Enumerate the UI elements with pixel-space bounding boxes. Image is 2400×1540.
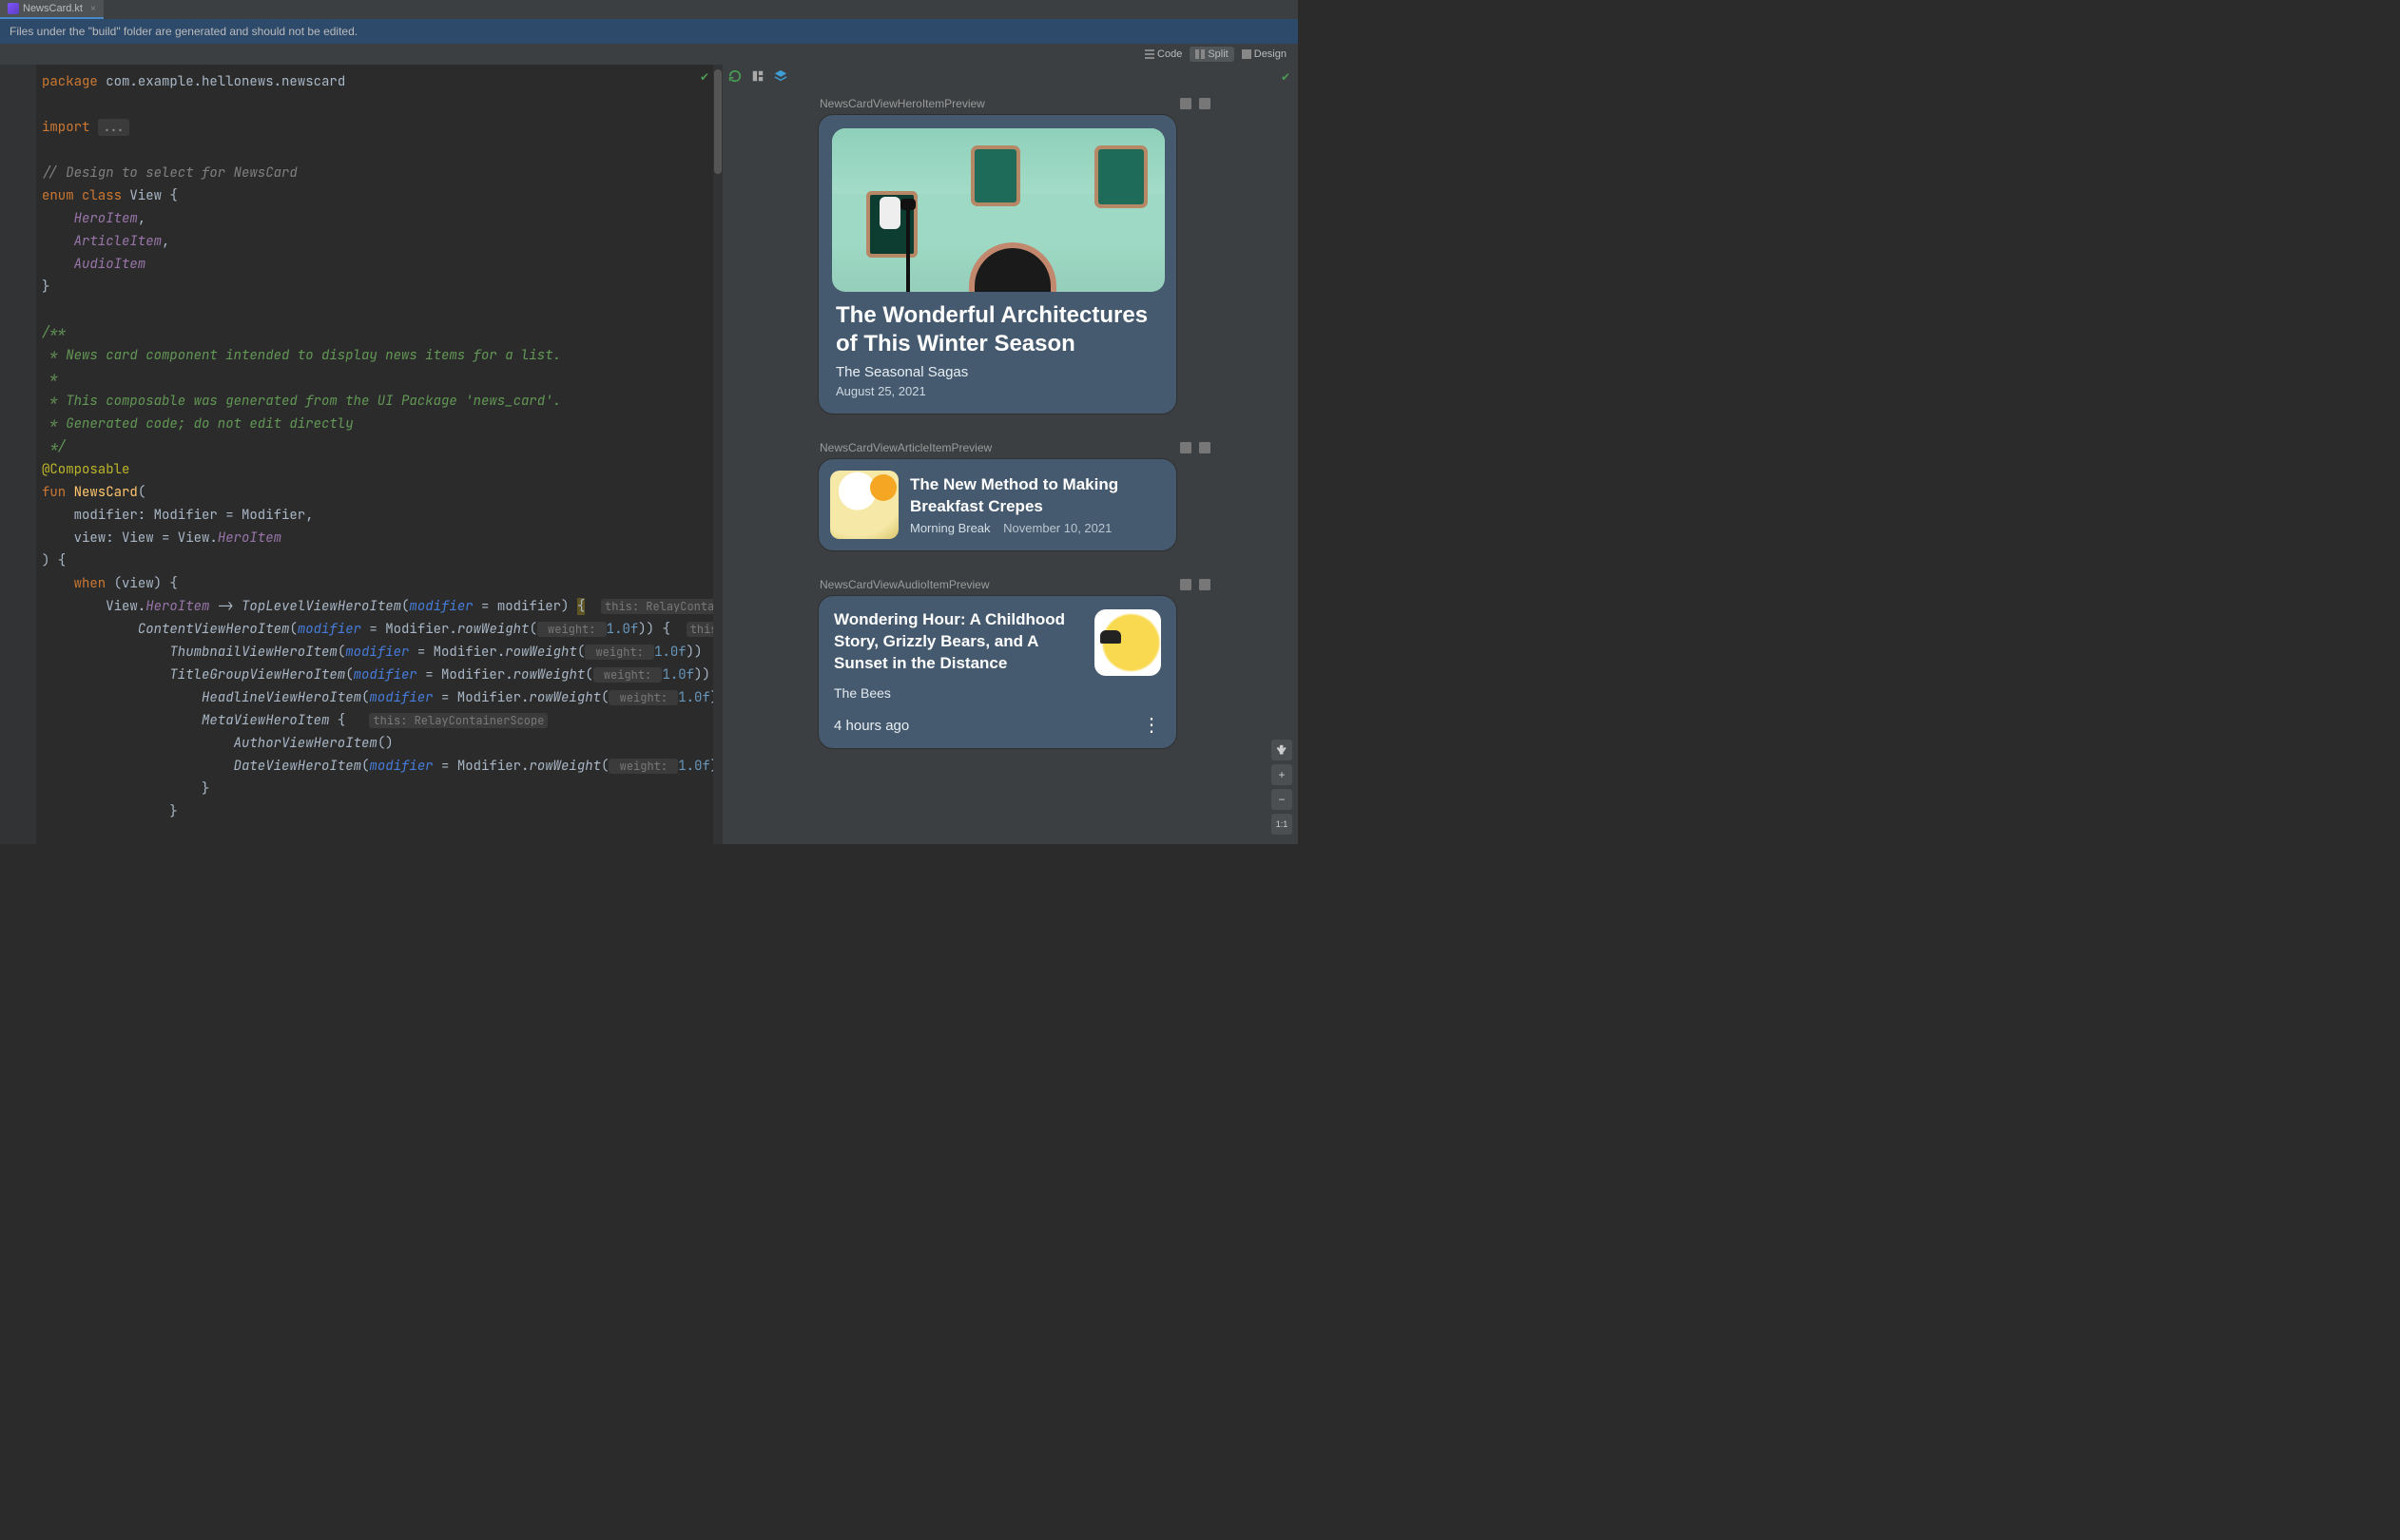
generated-file-notice: Files under the "build" folder are gener… bbox=[0, 19, 1298, 44]
kotlin-file-icon bbox=[8, 3, 19, 14]
article-thumbnail bbox=[830, 471, 899, 539]
preview-scroll-area[interactable]: NewsCardViewHeroItemPreview bbox=[723, 87, 1298, 795]
preview-hero-label: NewsCardViewHeroItemPreview bbox=[820, 97, 985, 110]
preview-audio-block: NewsCardViewAudioItemPreview Wondering H… bbox=[818, 578, 1212, 749]
editor-scrollbar[interactable] bbox=[713, 65, 723, 844]
code-editor-pane[interactable]: package com.example.hellonews.newscard i… bbox=[0, 65, 723, 844]
audio-card[interactable]: Wondering Hour: A Childhood Story, Grizz… bbox=[818, 595, 1177, 749]
view-mode-split[interactable]: Split bbox=[1190, 47, 1233, 62]
article-headline: The New Method to Making Breakfast Crepe… bbox=[910, 474, 1165, 516]
preview-hero-header: NewsCardViewHeroItemPreview bbox=[818, 97, 1212, 114]
view-mode-toolbar: Code Split Design bbox=[0, 44, 1298, 65]
zoom-out-button[interactable]: − bbox=[1271, 789, 1292, 810]
view-mode-design-label: Design bbox=[1254, 48, 1287, 60]
preview-article-header: NewsCardViewArticleItemPreview bbox=[818, 441, 1212, 458]
preview-settings-icon[interactable] bbox=[1180, 579, 1191, 590]
hero-thumbnail bbox=[832, 128, 1165, 292]
preview-device-icon[interactable] bbox=[1199, 442, 1210, 453]
split-icon bbox=[1195, 49, 1205, 59]
main-split: package com.example.hellonews.newscard i… bbox=[0, 65, 1298, 844]
zoom-in-button[interactable]: + bbox=[1271, 764, 1292, 785]
zoom-reset-button[interactable]: 1:1 bbox=[1271, 814, 1292, 835]
view-mode-code-label: Code bbox=[1157, 48, 1182, 60]
article-date: November 10, 2021 bbox=[1003, 521, 1112, 535]
preview-device-icon[interactable] bbox=[1199, 579, 1210, 590]
more-icon[interactable]: ⋮ bbox=[1142, 716, 1161, 735]
hero-card[interactable]: The Wonderful Architectures of This Wint… bbox=[818, 114, 1177, 414]
audio-author: The Bees bbox=[834, 685, 1161, 701]
article-card[interactable]: The New Method to Making Breakfast Crepe… bbox=[818, 458, 1177, 551]
audio-headline: Wondering Hour: A Childhood Story, Grizz… bbox=[834, 609, 1081, 676]
preview-hero-block: NewsCardViewHeroItemPreview bbox=[818, 97, 1212, 414]
view-mode-design[interactable]: Design bbox=[1236, 47, 1292, 62]
hero-author: The Seasonal Sagas bbox=[836, 364, 1159, 380]
preview-device-icon[interactable] bbox=[1199, 98, 1210, 109]
editor-tab-bar: NewsCard.kt × bbox=[0, 0, 1298, 19]
scrollbar-thumb[interactable] bbox=[714, 69, 722, 174]
close-tab-icon[interactable]: × bbox=[90, 4, 96, 14]
hero-headline: The Wonderful Architectures of This Wint… bbox=[836, 301, 1159, 358]
tab-filename: NewsCard.kt bbox=[23, 3, 83, 14]
editor-gutter[interactable] bbox=[0, 65, 36, 844]
analysis-ok-icon[interactable]: ✔ bbox=[700, 70, 709, 84]
audio-thumbnail bbox=[1094, 609, 1161, 676]
preview-article-label: NewsCardViewArticleItemPreview bbox=[820, 441, 992, 454]
preview-ok-icon: ✔ bbox=[1281, 70, 1290, 84]
audio-time: 4 hours ago bbox=[834, 718, 909, 734]
preview-zoom-controls: + − 1:1 bbox=[1271, 740, 1292, 835]
layers-icon[interactable] bbox=[774, 69, 787, 83]
preview-audio-label: NewsCardViewAudioItemPreview bbox=[820, 578, 990, 591]
preview-toolbar: ✔ bbox=[723, 65, 1298, 87]
code-area[interactable]: package com.example.hellonews.newscard i… bbox=[36, 65, 723, 844]
view-mode-split-label: Split bbox=[1208, 48, 1228, 60]
compose-preview-pane: ✔ NewsCardViewHeroItemPreview bbox=[723, 65, 1298, 844]
preview-audio-header: NewsCardViewAudioItemPreview bbox=[818, 578, 1212, 595]
preview-settings-icon[interactable] bbox=[1180, 98, 1191, 109]
preview-article-block: NewsCardViewArticleItemPreview The New M… bbox=[818, 441, 1212, 551]
hero-date: August 25, 2021 bbox=[836, 384, 1159, 398]
lines-icon bbox=[1145, 49, 1154, 59]
file-tab-newscard[interactable]: NewsCard.kt × bbox=[0, 0, 104, 19]
design-icon bbox=[1242, 49, 1251, 59]
refresh-icon[interactable] bbox=[728, 69, 742, 83]
preview-settings-icon[interactable] bbox=[1180, 442, 1191, 453]
view-mode-code[interactable]: Code bbox=[1139, 47, 1188, 62]
pan-icon[interactable] bbox=[1271, 740, 1292, 760]
interactive-preview-icon[interactable] bbox=[751, 69, 765, 83]
article-author: Morning Break bbox=[910, 521, 991, 535]
